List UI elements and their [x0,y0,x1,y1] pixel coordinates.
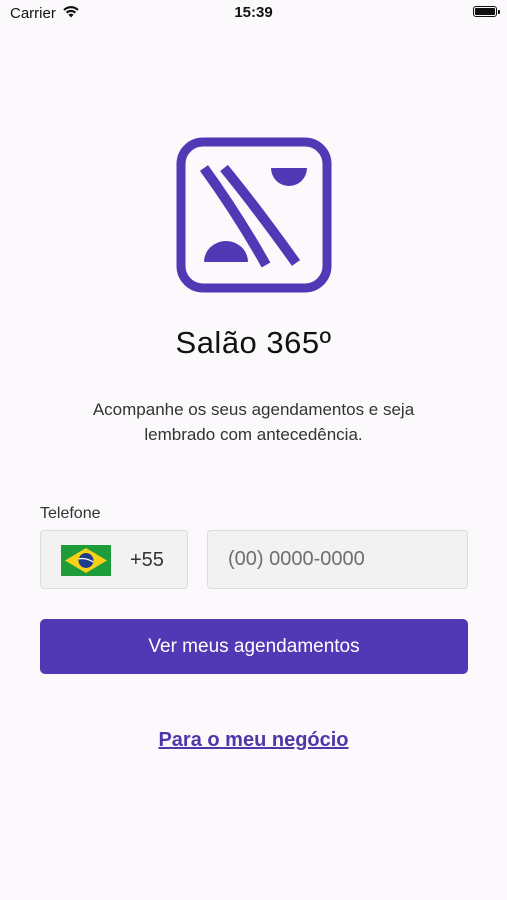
brazil-flag-icon [61,545,111,576]
country-code-label: +55 [130,549,164,571]
app-title: Salão 365º [175,325,332,360]
app-logo-icon [176,137,332,293]
battery-icon [473,6,500,17]
phone-number-input[interactable] [207,530,468,589]
view-appointments-button[interactable]: Ver meus agendamentos [40,619,468,674]
status-bar: Carrier 15:39 [0,0,507,28]
status-time: 15:39 [234,4,273,21]
country-code-selector[interactable]: +55 [40,530,188,589]
for-my-business-link[interactable]: Para o meu negócio [0,729,507,752]
app-subtitle: Acompanhe os seus agendamentos e seja le… [92,400,415,444]
phone-label: Telefone [40,505,101,522]
